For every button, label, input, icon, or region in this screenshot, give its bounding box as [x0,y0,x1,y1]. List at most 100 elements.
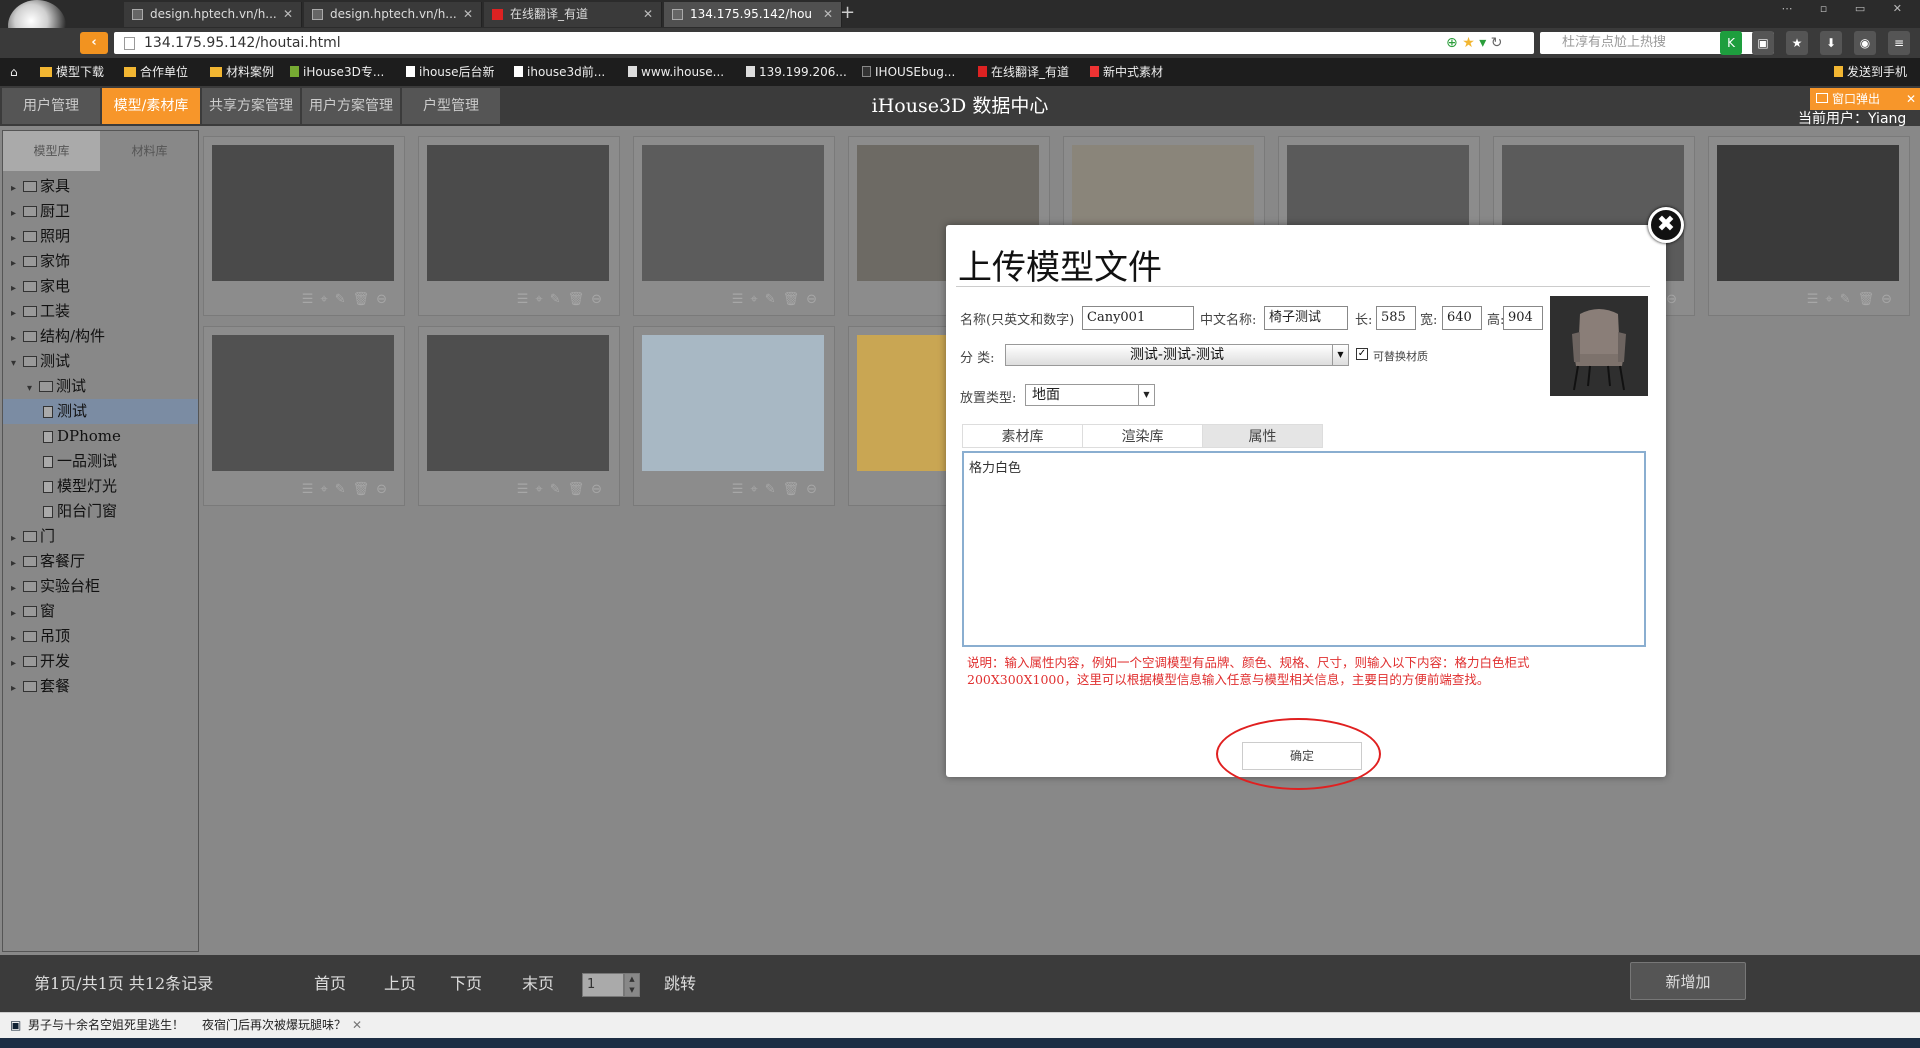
length-input[interactable]: 585 [1376,306,1416,330]
tree-item[interactable]: ▸ 家电 [3,274,198,299]
tree-item[interactable]: ▸ 结构/构件 [3,324,198,349]
close-tab-icon[interactable]: ✕ [823,2,833,27]
menu-icon[interactable]: ≡ [1888,31,1910,55]
tab-render[interactable]: 渲染库 [1082,424,1203,448]
model-card[interactable]: ☰⌖✎🗑⊖ [633,136,835,316]
expand-right-icon[interactable]: ▸ [11,576,23,601]
tree-item[interactable]: ▸ 厨卫 [3,199,198,224]
model-thumbnail-chandelier[interactable] [427,335,609,471]
close-tab-icon[interactable]: ✕ [463,2,473,27]
expand-right-icon[interactable]: ▸ [11,526,23,551]
tree-item[interactable]: ▸ 门 [3,524,198,549]
add-new-button[interactable]: 新增加 [1630,962,1746,1000]
expand-right-icon[interactable]: ▸ [11,276,23,301]
bookmark-item[interactable]: 合作单位 [124,58,188,86]
card-action-icons[interactable]: ☰⌖✎🗑⊖ [517,482,609,497]
expand-right-icon[interactable]: ▸ [11,551,23,576]
news-link[interactable]: 男子与十余名空姐死里逃生！ [28,1012,184,1038]
tree-item[interactable]: ▸ 窗 [3,599,198,624]
cn-name-input[interactable]: 椅子测试 [1264,306,1348,330]
tree-item[interactable]: 一品测试 [3,449,198,474]
extension-k-icon[interactable]: K [1720,31,1742,55]
name-input[interactable]: Cany001 [1082,306,1194,330]
card-action-icons[interactable]: ☰⌖✎🗑⊖ [732,482,824,497]
tree-item[interactable]: DPhome [3,424,198,449]
expand-right-icon[interactable]: ▸ [11,326,23,351]
height-input[interactable]: 904 [1503,306,1543,330]
place-type-select[interactable]: 地面 ▼ [1025,384,1155,406]
expand-right-icon[interactable]: ▸ [11,676,23,701]
next-page-link[interactable]: 下页 [450,955,482,1012]
model-thumbnail-empty-scene[interactable] [212,145,394,281]
bookmark-item[interactable]: 模型下载 [40,58,104,86]
replace-material-checkbox[interactable]: ✓ [1356,348,1368,360]
tree-item[interactable]: ▾ 测试 [3,374,198,399]
close-dialog-button[interactable]: ✖ [1648,207,1684,243]
bookmark-item[interactable]: iHouse3D专... [290,58,384,86]
download-icon[interactable]: ⬇ [1820,31,1842,55]
send-to-phone[interactable]: 发送到手机 [1834,58,1907,86]
expand-right-icon[interactable]: ▸ [11,651,23,676]
category-select[interactable]: 测试-测试-测试 ▼ [1005,344,1349,366]
bookmark-item[interactable]: www.ihouse... [628,58,724,86]
tree-item[interactable]: ▸ 家具 [3,174,198,199]
model-card[interactable]: ☰⌖✎🗑⊖ [633,326,835,506]
model-thumbnail-floor-tile[interactable] [642,145,824,281]
browser-tab[interactable]: design.hptech.vn/h... ✕ [304,2,482,27]
tree-item[interactable]: ▸ 客餐厅 [3,549,198,574]
model-card[interactable]: ☰⌖✎🗑⊖ [203,326,405,506]
tree-item[interactable]: ▸ 实验台柜 [3,574,198,599]
tree-item[interactable]: 模型灯光 [3,474,198,499]
model-card[interactable]: ☰⌖✎🗑⊖ [418,136,620,316]
expand-right-icon[interactable]: ▸ [11,626,23,651]
bookmark-item[interactable]: 新中式素材 [1090,58,1163,86]
tree-item[interactable]: 阳台门窗 [3,499,198,524]
model-card[interactable]: ☰⌖✎🗑⊖ [1708,136,1910,316]
tree-item[interactable]: ▸ 照明 [3,224,198,249]
attributes-textarea[interactable]: 格力白色 [962,451,1646,647]
tree-item[interactable]: ▸ 工装 [3,299,198,324]
bookmark-item[interactable]: 在线翻译_有道 [978,58,1069,86]
tab-material[interactable]: 素材库 [962,424,1083,448]
browser-tab[interactable]: design.hptech.vn/h... ✕ [124,2,302,27]
close-tab-icon[interactable]: ✕ [643,2,653,27]
model-card[interactable]: ☰⌖✎🗑⊖ [418,326,620,506]
bookmark-item[interactable]: ihouse后台新 [406,58,495,86]
tree-item[interactable]: ▸ 套餐 [3,674,198,699]
first-page-link[interactable]: 首页 [314,955,346,1012]
url-action-icons[interactable]: ⊕ ★ ▾ ↻ [1446,32,1502,54]
model-thumbnail-corner-sofa[interactable] [212,335,394,471]
url-input[interactable]: 134.175.95.142/houtai.html [114,32,1534,54]
tab-material-library[interactable]: 材料库 [101,131,198,171]
expand-right-icon[interactable]: ▸ [11,251,23,276]
home-icon[interactable]: ⌂ [10,58,18,86]
model-thumbnail-leather-sofa[interactable] [642,335,824,471]
bookmark-item[interactable]: IHOUSEbug... [862,58,955,86]
browser-tab[interactable]: 在线翻译_有道 ✕ [484,2,662,27]
tab-attributes[interactable]: 属性 [1202,424,1323,448]
expand-right-icon[interactable]: ▸ [11,601,23,626]
popup-window-button[interactable]: 窗口弹出 ✕ [1810,88,1920,110]
tab-model-library[interactable]: 模型库 [3,131,100,171]
tree-item[interactable]: ▸ 吊顶 [3,624,198,649]
expand-right-icon[interactable]: ▸ [11,201,23,226]
expand-right-icon[interactable]: ▸ [11,301,23,326]
bookmark-item[interactable]: ihouse3d前... [514,58,605,86]
page-spinner[interactable]: ▲ ▼ [624,973,640,997]
bookmark-item[interactable]: 139.199.206... [746,58,847,86]
close-icon[interactable]: ✕ [1906,88,1916,110]
prev-page-link[interactable]: 上页 [384,955,416,1012]
expand-down-icon[interactable]: ▾ [27,376,39,401]
width-input[interactable]: 640 [1442,306,1482,330]
card-action-icons[interactable]: ☰⌖✎🗑⊖ [1807,292,1899,307]
card-action-icons[interactable]: ☰⌖✎🗑⊖ [732,292,824,307]
close-icon[interactable]: ✕ [352,1012,362,1038]
close-tab-icon[interactable]: ✕ [283,2,293,27]
browser-tab-active[interactable]: 134.175.95.142/hou ✕ [664,2,842,27]
expand-down-icon[interactable]: ▾ [11,351,23,376]
new-tab-button[interactable]: + [840,2,855,24]
expand-right-icon[interactable]: ▸ [11,176,23,201]
tree-item[interactable]: ▸ 家饰 [3,249,198,274]
tree-item[interactable]: 测试 [3,399,198,424]
model-thumbnail-window-frame[interactable] [1717,145,1899,281]
